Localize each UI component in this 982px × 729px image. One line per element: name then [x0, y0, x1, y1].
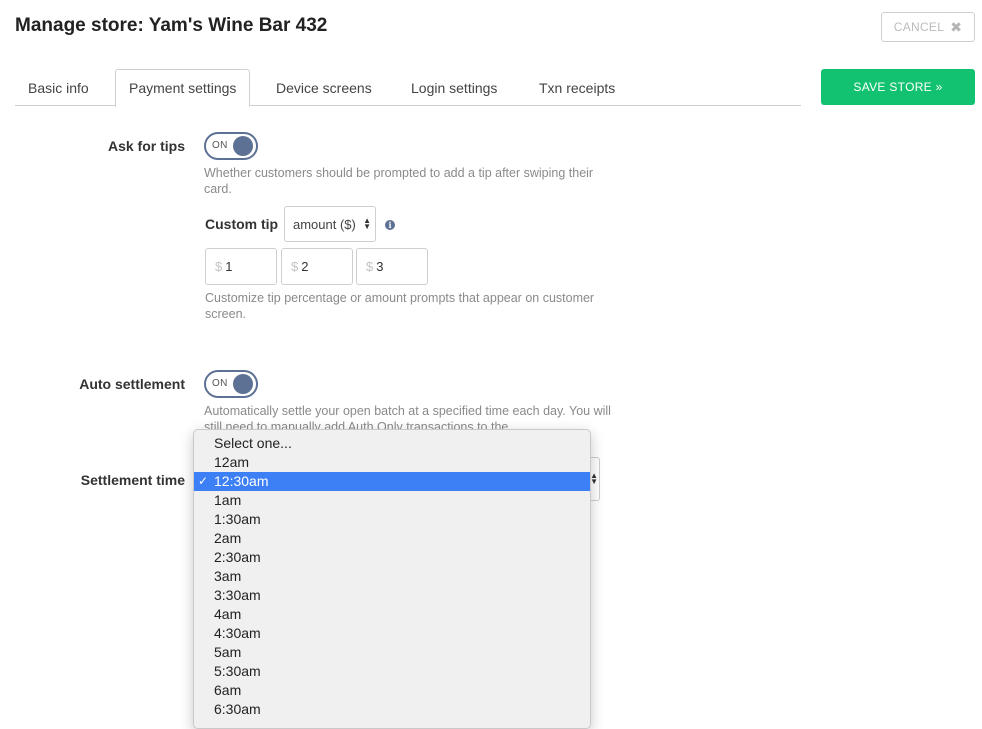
cancel-button[interactable]: CANCEL ✖ — [881, 12, 975, 42]
settlement-time-label: Settlement time — [80, 472, 185, 488]
auto-settlement-toggle[interactable]: ON — [204, 370, 258, 398]
tip-amount-value: 3 — [376, 259, 384, 274]
dropdown-option-selected[interactable]: ✓ 12:30am — [194, 472, 590, 491]
toggle-knob — [233, 374, 253, 394]
ask-for-tips-label: Ask for tips — [107, 138, 185, 154]
currency-symbol: $ — [291, 259, 299, 274]
tab-device-screens[interactable]: Device screens — [263, 69, 385, 106]
toggle-state-label: ON — [212, 140, 228, 151]
dropdown-option[interactable]: Select one... — [194, 434, 590, 453]
ask-for-tips-help: Whether customers should be prompted to … — [204, 166, 594, 196]
page-title: Manage store: Yam's Wine Bar 432 — [15, 15, 328, 36]
dropdown-option[interactable]: 6:30am — [194, 700, 590, 719]
tab-bar: Basic info Payment settings Device scree… — [15, 69, 801, 107]
tip-amount-input-1[interactable]: $ 1 — [205, 248, 277, 285]
auto-settlement-label: Auto settlement — [79, 376, 185, 392]
currency-symbol: $ — [215, 259, 223, 274]
tab-payment-settings[interactable]: Payment settings — [115, 69, 251, 107]
dropdown-option[interactable]: 1:30am — [194, 510, 590, 529]
dropdown-option[interactable]: 5am — [194, 643, 590, 662]
dropdown-option[interactable]: 3:30am — [194, 586, 590, 605]
dropdown-option[interactable]: 4:30am — [194, 624, 590, 643]
custom-tip-label: Custom tip — [205, 216, 279, 232]
tab-login-settings[interactable]: Login settings — [398, 69, 510, 106]
dropdown-option[interactable]: 3am — [194, 567, 590, 586]
tip-amount-value: 1 — [225, 259, 233, 274]
dropdown-option[interactable]: 5:30am — [194, 662, 590, 681]
dropdown-option[interactable]: 2:30am — [194, 548, 590, 567]
select-arrows-icon: ▲ ▼ — [590, 471, 598, 486]
custom-tip-mode-select[interactable]: amount ($) ▲ ▼ — [284, 206, 376, 242]
currency-symbol: $ — [366, 259, 374, 274]
select-arrows-icon: ▲ ▼ — [363, 216, 371, 231]
dropdown-option[interactable]: 2am — [194, 529, 590, 548]
save-store-button[interactable]: SAVE STORE » — [821, 69, 975, 105]
settlement-time-dropdown[interactable]: Select one... 12am ✓ 12:30am 1am 1:30am … — [193, 429, 591, 729]
tab-txn-receipts[interactable]: Txn receipts — [526, 69, 628, 106]
info-icon[interactable]: i — [385, 220, 395, 230]
auto-settlement-help: Automatically settle your open batch at … — [204, 404, 611, 431]
toggle-knob — [233, 136, 253, 156]
ask-for-tips-toggle[interactable]: ON — [204, 132, 258, 160]
tab-basic-info[interactable]: Basic info — [15, 69, 102, 106]
dropdown-option[interactable]: 1am — [194, 491, 590, 510]
dropdown-option-label: 12:30am — [214, 473, 269, 489]
tip-amount-input-2[interactable]: $ 2 — [281, 248, 353, 285]
tip-amount-input-3[interactable]: $ 3 — [356, 248, 428, 285]
toggle-state-label: ON — [212, 378, 228, 389]
dropdown-option[interactable]: 12am — [194, 453, 590, 472]
custom-tip-mode-value: amount ($) — [293, 216, 356, 232]
dropdown-option[interactable]: 4am — [194, 605, 590, 624]
checkmark-icon: ✓ — [198, 474, 209, 488]
custom-tip-help: Customize tip percentage or amount promp… — [205, 291, 595, 321]
tip-amount-value: 2 — [301, 259, 309, 274]
cancel-label: CANCEL — [893, 20, 945, 34]
dropdown-option[interactable]: 6am — [194, 681, 590, 700]
close-icon: ✖ — [950, 19, 963, 35]
